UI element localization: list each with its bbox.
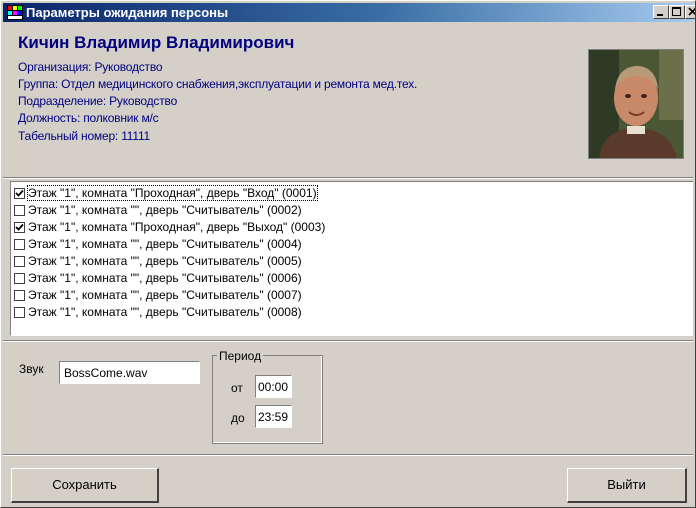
person-photo [588, 49, 684, 159]
list-divider [3, 340, 693, 342]
organization-line: Организация: Руководство [18, 60, 163, 74]
minimize-button[interactable] [653, 5, 669, 19]
door-list-item[interactable]: Этаж "1", комната "", дверь "Считыватель… [14, 253, 302, 269]
group-line: Группа: Отдел медицинского снабжения,экс… [18, 77, 418, 91]
checkbox-unchecked[interactable] [14, 273, 25, 284]
door-list-item[interactable]: Этаж "1", комната "", дверь "Считыватель… [14, 236, 302, 252]
door-label: Этаж "1", комната "", дверь "Считыватель… [28, 305, 302, 319]
door-label: Этаж "1", комната "", дверь "Считыватель… [28, 254, 302, 268]
to-label: до [231, 411, 245, 425]
checkmark-icon [15, 189, 24, 197]
door-label: Этаж "1", комната "Проходная", дверь "Вх… [27, 185, 318, 201]
period-group [212, 355, 323, 444]
header-divider [3, 177, 693, 179]
door-list-item[interactable]: Этаж "1", комната "", дверь "Считыватель… [14, 304, 302, 320]
title-bar[interactable]: Параметры ожидания персоны [3, 3, 695, 22]
from-time-input[interactable] [255, 375, 292, 398]
maximize-icon [672, 7, 681, 16]
checkbox-checked[interactable] [14, 188, 25, 199]
window-title: Параметры ожидания персоны [26, 5, 229, 20]
door-list-item[interactable]: Этаж "1", комната "", дверь "Считыватель… [14, 287, 302, 303]
checkbox-unchecked[interactable] [14, 205, 25, 216]
door-label: Этаж "1", комната "", дверь "Считыватель… [28, 237, 302, 251]
doors-checklist[interactable]: Этаж "1", комната "Проходная", дверь "Вх… [10, 181, 693, 336]
checkmark-icon [15, 223, 24, 231]
exit-button[interactable]: Выйти [567, 468, 687, 503]
minimize-icon [657, 14, 663, 16]
close-icon [688, 7, 695, 16]
checkbox-unchecked[interactable] [14, 307, 25, 318]
position-line: Должность: полковник м/с [18, 111, 159, 125]
division-line: Подразделение: Руководство [18, 94, 178, 108]
from-label: от [231, 381, 243, 395]
close-button[interactable] [685, 5, 695, 19]
to-time-input[interactable] [255, 405, 292, 428]
door-list-item[interactable]: Этаж "1", комната "Проходная", дверь "Вы… [14, 219, 325, 235]
door-list-item[interactable]: Этаж "1", комната "", дверь "Считыватель… [14, 202, 302, 218]
checkbox-checked[interactable] [14, 222, 25, 233]
tab-number-line: Табельный номер: 11111 [18, 129, 150, 143]
period-legend: Период [217, 349, 264, 363]
sound-label: Звук [19, 362, 44, 376]
person-name: Кичин Владимир Владимирович [18, 33, 295, 52]
door-label: Этаж "1", комната "", дверь "Считыватель… [28, 203, 302, 217]
app-icon [7, 5, 23, 20]
door-label: Этаж "1", комната "", дверь "Считыватель… [28, 271, 302, 285]
maximize-button[interactable] [669, 5, 685, 19]
checkbox-unchecked[interactable] [14, 239, 25, 250]
door-list-item[interactable]: Этаж "1", комната "Проходная", дверь "Вх… [14, 185, 318, 201]
checkbox-unchecked[interactable] [14, 256, 25, 267]
wait-person-dialog: Параметры ожидания персоны Кичин Владими… [0, 0, 696, 508]
door-label: Этаж "1", комната "", дверь "Считыватель… [28, 288, 302, 302]
footer-divider [3, 454, 693, 456]
door-label: Этаж "1", комната "Проходная", дверь "Вы… [28, 220, 326, 234]
checkbox-unchecked[interactable] [14, 290, 25, 301]
save-button[interactable]: Сохранить [11, 468, 159, 503]
sound-file-input[interactable] [59, 361, 200, 384]
door-list-item[interactable]: Этаж "1", комната "", дверь "Считыватель… [14, 270, 302, 286]
